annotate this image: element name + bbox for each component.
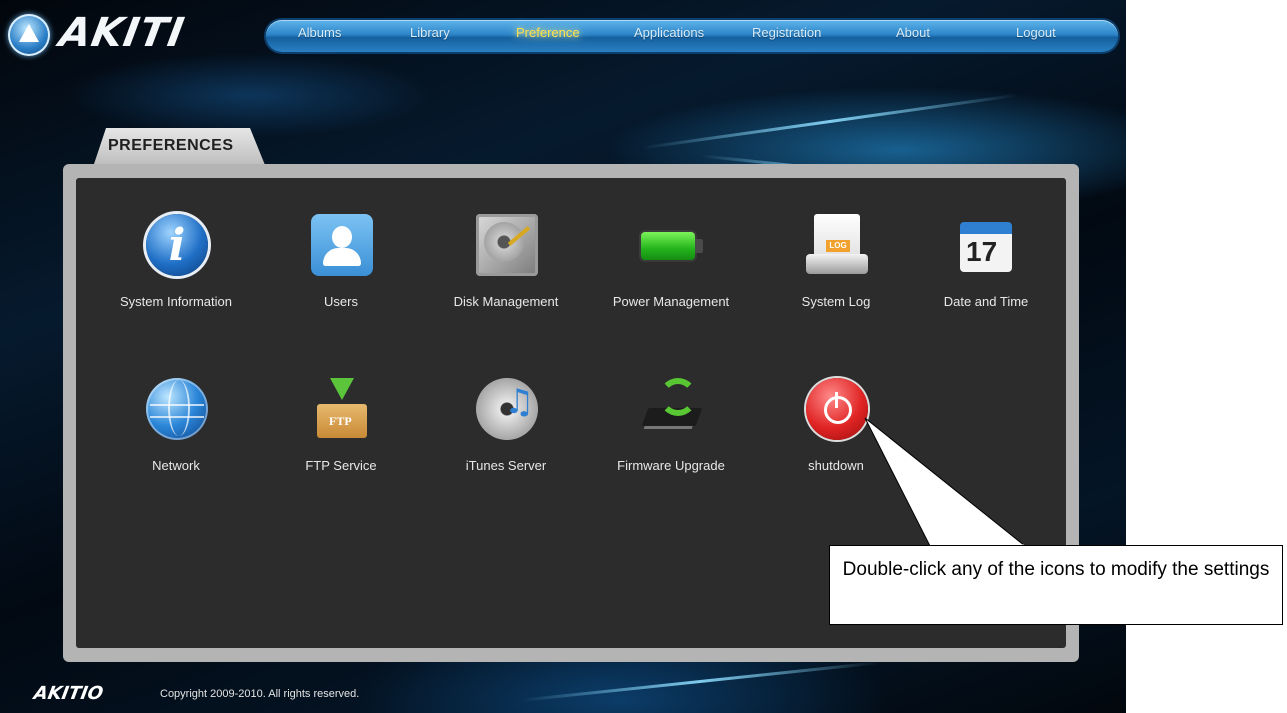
background-streak <box>641 93 1019 150</box>
info-icon: i <box>146 214 208 276</box>
tile-date-and-time[interactable]: 17 Date and Time <box>896 194 1076 324</box>
tile-label: Date and Time <box>943 294 1029 309</box>
nav-logout[interactable]: Logout <box>1016 25 1056 40</box>
nav-library[interactable]: Library <box>410 25 450 40</box>
tile-system-information[interactable]: i System Information <box>86 194 266 324</box>
tile-label: shutdown <box>808 458 864 473</box>
logo-text: AKITI <box>55 10 189 56</box>
log-drive-icon: LOG <box>806 214 868 276</box>
logo-icon <box>8 14 50 56</box>
nav-applications[interactable]: Applications <box>634 25 704 40</box>
tile-label: System Information <box>120 294 232 309</box>
battery-icon <box>641 214 703 276</box>
power-icon <box>806 378 868 440</box>
nav-albums[interactable]: Albums <box>298 25 341 40</box>
preferences-tab-label: PREFERENCES <box>108 137 234 154</box>
tile-label: Disk Management <box>453 294 559 309</box>
top-nav-bar: Albums Library Preference Applications R… <box>266 20 1118 52</box>
tile-shutdown[interactable]: shutdown <box>746 358 926 488</box>
tile-label: Power Management <box>612 294 730 309</box>
nav-preference[interactable]: Preference <box>516 25 580 40</box>
tile-ftp-service[interactable]: FTP FTP Service <box>251 358 431 488</box>
background-streak <box>520 661 880 702</box>
instruction-callout: Double-click any of the icons to modify … <box>829 545 1283 625</box>
tile-disk-management[interactable]: Disk Management <box>416 194 596 324</box>
firmware-chip-icon <box>641 378 703 440</box>
footer-logo: AKITIO <box>32 683 105 704</box>
tile-itunes-server[interactable]: ♫ iTunes Server <box>416 358 596 488</box>
nav-registration[interactable]: Registration <box>752 25 821 40</box>
calendar-icon: 17 <box>956 214 1018 276</box>
tile-label: FTP Service <box>305 458 377 473</box>
tile-label: Users <box>324 294 358 309</box>
footer-copyright: Copyright 2009-2010. All rights reserved… <box>160 688 360 700</box>
tile-label: iTunes Server <box>465 458 547 473</box>
tile-network[interactable]: Network <box>86 358 266 488</box>
itunes-cd-icon: ♫ <box>476 378 538 440</box>
tile-firmware-upgrade[interactable]: Firmware Upgrade <box>581 358 761 488</box>
hard-disk-icon <box>476 214 538 276</box>
ftp-box-icon: FTP <box>311 378 373 440</box>
tile-users[interactable]: Users <box>251 194 431 324</box>
tile-label: Network <box>152 458 200 473</box>
nav-about[interactable]: About <box>896 25 930 40</box>
globe-icon <box>146 378 208 440</box>
tile-power-management[interactable]: Power Management <box>581 194 761 324</box>
tile-label: Firmware Upgrade <box>617 458 725 473</box>
users-icon <box>311 214 373 276</box>
